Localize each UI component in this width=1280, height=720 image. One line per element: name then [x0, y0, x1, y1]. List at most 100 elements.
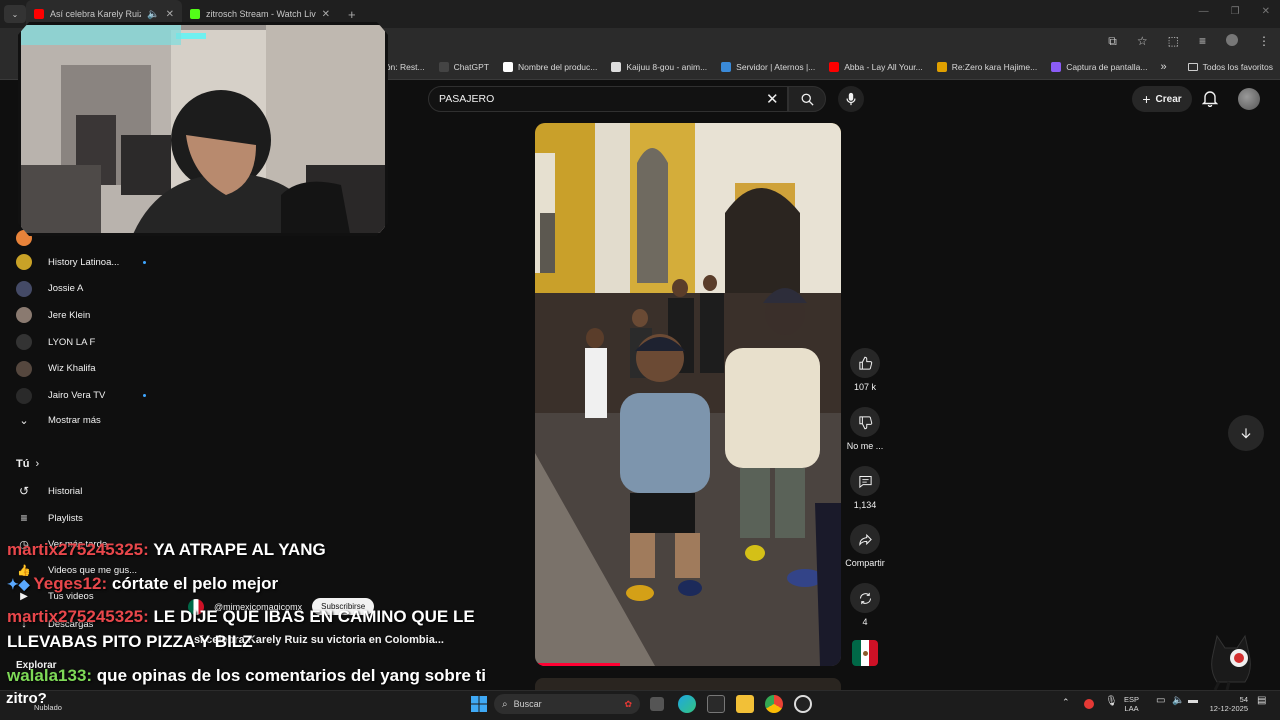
clock-time: 54: [1239, 695, 1248, 704]
minimize-button[interactable]: —: [1199, 6, 1209, 17]
notification-center-icon[interactable]: ▤: [1257, 696, 1266, 706]
windows-start-icon[interactable]: [470, 695, 488, 713]
you-header-label: Tú: [16, 458, 30, 470]
bookmark-item[interactable]: Kaijuu 8-gou - anim...: [604, 61, 714, 72]
bookmark-item[interactable]: Nombre del produc...: [496, 61, 604, 72]
bookmark-item[interactable]: Servidor | Aternos |...: [714, 61, 822, 72]
new-content-dot: [143, 394, 146, 397]
bookmark-list: ración: Rest... ChatGPT Nombre del produc.…: [350, 61, 1154, 72]
menu-dots-icon[interactable]: ⋮: [1258, 34, 1270, 49]
bookmark-favicon-icon: [829, 61, 840, 72]
extensions-icon[interactable]: ⬚: [1168, 34, 1179, 49]
chevron-right-icon: ›: [35, 458, 40, 470]
all-favorites-label: Todos los favoritos: [1202, 61, 1273, 72]
remix-button[interactable]: 4: [844, 583, 886, 627]
bookmark-favicon-icon: [1051, 61, 1062, 72]
sidebar-subscription-item[interactable]: History Latinoa...: [16, 254, 146, 270]
search-button[interactable]: [788, 86, 826, 112]
taskbar-search-input[interactable]: ⌕ Buscar ✿: [494, 694, 640, 714]
tab-menu-button[interactable]: ⌄: [4, 5, 26, 23]
close-window-button[interactable]: ✕: [1262, 6, 1270, 17]
video-progress-bar[interactable]: [535, 663, 620, 666]
bookmark-label: Kaijuu 8-gou - anim...: [626, 61, 708, 72]
sidebar-item-label: Playlists: [48, 512, 83, 524]
chrome-icon[interactable]: [765, 695, 783, 713]
arrow-down-icon: [1241, 428, 1251, 439]
bookmark-item[interactable]: ChatGPT: [432, 61, 496, 72]
sidebar-item-history[interactable]: ↺ Historial: [16, 484, 146, 498]
sidebar-subscription-item[interactable]: Wiz Khalifa: [16, 360, 146, 377]
like-button[interactable]: 107 k: [844, 348, 886, 392]
bookmark-label: Servidor | Aternos |...: [736, 61, 816, 72]
channel-avatar: [16, 280, 32, 297]
create-button[interactable]: + Crear: [1132, 86, 1192, 112]
notifications-button[interactable]: [1201, 90, 1219, 112]
maximize-button[interactable]: ❐: [1231, 6, 1240, 17]
plus-icon: +: [1142, 91, 1151, 107]
short-video-player[interactable]: [535, 123, 841, 666]
edge-browser-icon[interactable]: [678, 695, 696, 713]
file-explorer-icon[interactable]: [736, 695, 754, 713]
microphone-tray-icon[interactable]: 🎙: [1105, 697, 1118, 707]
comment-icon: [850, 466, 880, 496]
chat-username: Yeges12:: [33, 574, 108, 593]
search-value: PASAJERO: [439, 93, 495, 105]
all-favorites-folder[interactable]: Todos los favoritos: [1181, 62, 1280, 72]
clock[interactable]: 54 12-12-2025: [1208, 695, 1248, 713]
language-indicator[interactable]: ESP LAA: [1124, 695, 1139, 713]
bookmark-item[interactable]: Re:Zero kara Hajime...: [930, 61, 1045, 72]
more-bookmarks-icon[interactable]: »: [1160, 61, 1166, 73]
volume-icon[interactable]: 🔈: [1172, 696, 1184, 706]
chat-text: LE DIJE QUE IBAS EN CAMINO QUE LE: [153, 607, 475, 626]
user-avatar[interactable]: [1238, 88, 1260, 110]
close-tab-icon[interactable]: ✕: [322, 9, 330, 20]
new-tab-button[interactable]: +: [348, 7, 356, 22]
cast-icon[interactable]: ⧉: [1108, 34, 1117, 49]
bookmark-item[interactable]: Abba - Lay All Your...: [822, 61, 929, 72]
search-icon: [801, 93, 814, 106]
chat-text: YA ATRAPE AL YANG: [153, 540, 326, 559]
comment-count: 1,134: [853, 500, 877, 510]
share-button[interactable]: Compartir: [844, 524, 886, 568]
show-more-button[interactable]: ⌄ Mostrar más: [16, 414, 146, 427]
obs-icon[interactable]: [794, 695, 812, 713]
reading-list-icon[interactable]: ≡: [1199, 34, 1206, 49]
bookmark-favicon-icon: [936, 61, 947, 72]
profile-icon[interactable]: [1226, 34, 1238, 46]
sidebar-subscription-item[interactable]: Jossie A: [16, 280, 146, 297]
sidebar-item-playlists[interactable]: ≡ Playlists: [16, 511, 146, 525]
language-bottom: LAA: [1124, 704, 1139, 713]
sidebar-subscription-item[interactable]: Jairo Vera TV: [16, 387, 146, 404]
channel-avatar: [16, 334, 32, 351]
mexico-flag-audio-thumbnail[interactable]: [852, 640, 878, 666]
search-input[interactable]: PASAJERO: [428, 86, 788, 112]
weather-widget[interactable]: Nublado: [34, 703, 62, 712]
comments-button[interactable]: 1,134: [844, 466, 886, 510]
search-icon: ⌕: [502, 698, 508, 710]
sidebar-subscription-item[interactable]: LYON LA F: [16, 334, 146, 351]
epic-games-icon[interactable]: [707, 695, 725, 713]
bookmark-label: Captura de pantalla...: [1066, 61, 1148, 72]
next-short-button[interactable]: [1228, 415, 1264, 451]
task-view-icon[interactable]: [650, 697, 664, 711]
chat-message: martix275245325: YA ATRAPE AL YANG: [7, 540, 326, 560]
show-hidden-icons[interactable]: ⌃: [1062, 698, 1070, 707]
sidebar-item-label: Wiz Khalifa: [48, 363, 96, 375]
dislike-button[interactable]: No me ...: [844, 407, 886, 451]
history-icon: ↺: [18, 484, 30, 498]
sidebar-subscription-item[interactable]: Jere Klein: [16, 307, 146, 324]
close-tab-icon[interactable]: ✕: [166, 9, 174, 20]
network-icon[interactable]: ▭: [1156, 696, 1165, 706]
you-section-header[interactable]: Tú ›: [16, 458, 146, 470]
voice-search-button[interactable]: [838, 86, 864, 112]
bookmark-favicon-icon: [721, 61, 732, 72]
star-icon[interactable]: ☆: [1137, 34, 1148, 49]
tray-app-icon[interactable]: [1084, 699, 1094, 709]
clear-search-icon[interactable]: ✕: [766, 90, 779, 108]
battery-icon[interactable]: ▬: [1188, 696, 1198, 706]
chat-username: martix275245325:: [7, 607, 149, 626]
video-frame-image: [535, 123, 841, 666]
chat-message: ✦◆ Yeges12: córtate el pelo mejor: [7, 574, 278, 594]
sidebar-item-label: Jere Klein: [48, 309, 91, 321]
bookmark-item[interactable]: Captura de pantalla...: [1044, 61, 1154, 72]
